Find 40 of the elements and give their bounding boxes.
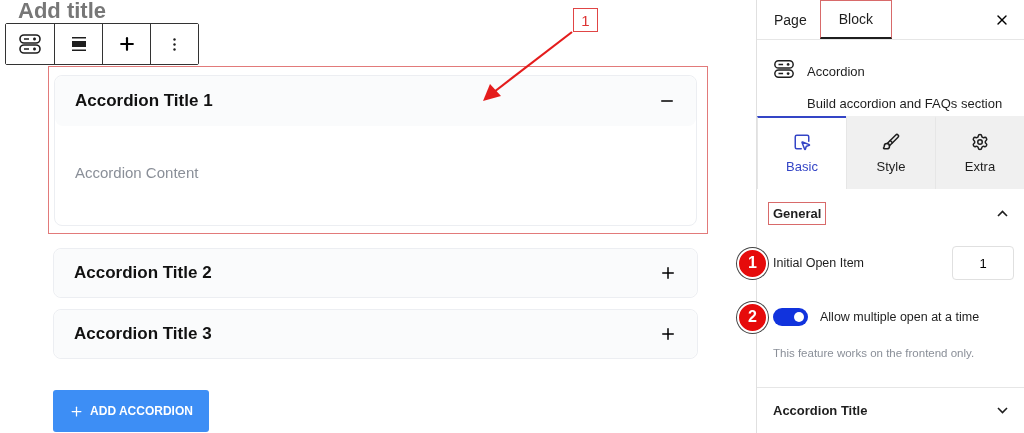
accordion-header[interactable]: Accordion Title 2	[54, 249, 697, 297]
accordion-title: Accordion Title 3	[74, 324, 212, 344]
sidebar-tab[interactable]: Block	[819, 0, 892, 40]
field-label: Initial Open Item	[773, 256, 864, 270]
toggle-switch[interactable]	[773, 308, 808, 326]
section-title: Accordion Title	[772, 402, 869, 420]
align-icon	[70, 36, 87, 52]
expand-icon[interactable]	[659, 325, 677, 343]
expand-icon[interactable]	[659, 264, 677, 282]
sidebar-tab[interactable]: Page	[765, 0, 816, 40]
brush-icon	[882, 133, 900, 152]
accordion-block-icon	[18, 32, 42, 56]
gear-icon	[971, 133, 989, 152]
chevron-up-icon	[997, 209, 1008, 217]
block-name: Accordion	[807, 64, 866, 80]
post-title[interactable]: Add title	[18, 0, 106, 22]
more-icon	[173, 37, 176, 51]
accordion-block-icon	[773, 58, 795, 81]
field-label: Allow multiple open at a time	[820, 310, 980, 324]
accordion-content: Accordion Content	[75, 164, 199, 181]
chevron-down-icon	[997, 407, 1008, 414]
cursor-icon	[793, 133, 811, 152]
step-badge: 1	[737, 247, 768, 279]
block-description: Build accordion and FAQs section	[807, 95, 1004, 113]
section-header[interactable]: General	[757, 189, 1024, 237]
accordion-header[interactable]: Accordion Title 1	[55, 76, 696, 126]
callout-label: 1	[573, 8, 598, 32]
number-input[interactable]: 1	[952, 246, 1014, 280]
panel-tab[interactable]: Basic	[757, 116, 846, 189]
accordion-title: Accordion Title 1	[75, 91, 213, 111]
help-text: This feature works on the frontend only.	[773, 347, 976, 359]
accordion-header[interactable]: Accordion Title 3	[54, 310, 697, 358]
section-header[interactable]: Accordion Title	[757, 387, 1024, 433]
step-badge: 2	[737, 301, 768, 333]
panel-tab[interactable]: Extra	[935, 116, 1024, 189]
panel-tab[interactable]: Style	[846, 116, 935, 189]
toolbar-button[interactable]	[150, 24, 198, 64]
plus-icon	[69, 403, 85, 419]
accordion-title: Accordion Title 2	[74, 263, 212, 283]
section-title: General	[768, 201, 827, 225]
